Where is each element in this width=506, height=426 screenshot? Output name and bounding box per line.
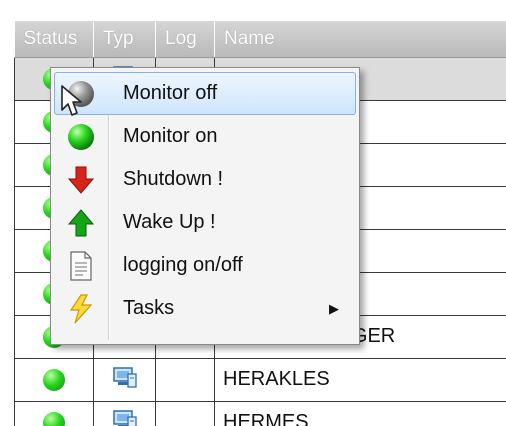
- column-header-log[interactable]: Log: [155, 21, 215, 58]
- menu-item-logging[interactable]: logging on/off: [54, 244, 356, 287]
- submenu-arrow-icon: ▶: [329, 300, 339, 316]
- menu-item-wake-up[interactable]: Wake Up !: [54, 201, 356, 244]
- name-cell: HERMES: [214, 400, 506, 426]
- menu-item-monitor-off[interactable]: Monitor off: [54, 72, 356, 115]
- computer-icon: [112, 408, 138, 426]
- table-row[interactable]: HERAKLES: [14, 357, 506, 402]
- type-cell: [93, 400, 156, 426]
- lightning-icon: [55, 293, 107, 324]
- column-header-typ[interactable]: Typ: [93, 21, 156, 58]
- menu-item-label: Monitor off: [123, 82, 218, 104]
- document-icon: [55, 250, 107, 281]
- green-circle-icon: [55, 122, 107, 152]
- type-cell: [93, 357, 156, 402]
- menu-item-label: Monitor on: [123, 125, 218, 147]
- name-cell: HERAKLES: [214, 357, 506, 402]
- status-cell: [14, 357, 94, 402]
- menu-item-shutdown[interactable]: Shutdown !: [54, 158, 356, 201]
- column-header-status[interactable]: Status: [14, 21, 94, 58]
- mouse-cursor-icon: [61, 85, 82, 116]
- status-online-icon: [43, 411, 65, 426]
- context-menu: Monitor off Monitor on Shutdown ! Wake U…: [50, 67, 360, 345]
- table-header: Status Typ Log Name: [14, 21, 506, 58]
- computer-icon: [112, 365, 138, 395]
- table-row[interactable]: HERMES: [14, 400, 506, 426]
- menu-item-label: Wake Up !: [123, 211, 216, 233]
- column-header-name[interactable]: Name: [214, 21, 506, 58]
- log-cell: [155, 357, 215, 402]
- menu-item-label: Tasks: [123, 297, 175, 319]
- menu-item-monitor-on[interactable]: Monitor on: [54, 115, 356, 158]
- status-cell: [14, 400, 94, 426]
- menu-item-label: logging on/off: [123, 254, 243, 276]
- log-cell: [155, 400, 215, 426]
- menu-item-label: Shutdown !: [123, 168, 224, 190]
- red-down-arrow-icon: [55, 165, 107, 195]
- status-online-icon: [43, 368, 65, 391]
- menu-item-tasks[interactable]: Tasks ▶: [54, 287, 356, 330]
- green-up-arrow-icon: [55, 208, 107, 238]
